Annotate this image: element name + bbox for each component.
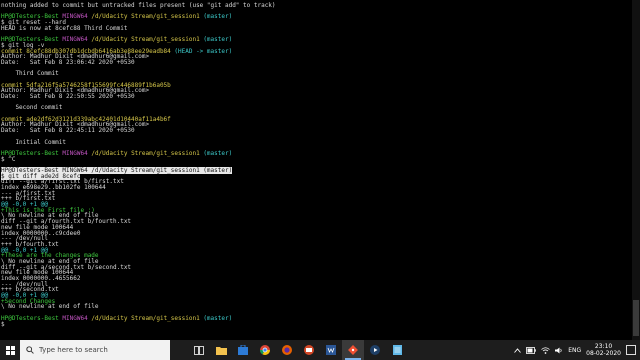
terminal-text-segment: nothing added to commit but untracked fi… bbox=[1, 2, 276, 9]
terminal-text-segment: /d/Udacity Stream/git_session1 bbox=[91, 314, 204, 322]
file-explorer-icon bbox=[215, 346, 227, 355]
media-button[interactable] bbox=[364, 340, 386, 360]
terminal-text-segment: $ ^C bbox=[1, 155, 16, 163]
search-box[interactable]: Type here to search bbox=[20, 340, 170, 360]
terminal-text-segment: MINGW64 bbox=[62, 36, 92, 44]
store-button[interactable] bbox=[232, 340, 254, 360]
terminal-output: nothing added to commit but untracked fi… bbox=[0, 0, 632, 327]
terminal-window[interactable]: nothing added to commit but untracked fi… bbox=[0, 0, 632, 340]
battery-icon[interactable] bbox=[526, 346, 536, 354]
search-icon bbox=[26, 346, 34, 354]
terminal-text-segment: HP@DTesters-Best bbox=[1, 314, 63, 322]
git-bash-icon bbox=[348, 345, 358, 355]
powerpoint-button[interactable] bbox=[298, 340, 320, 360]
wifi-icon[interactable] bbox=[541, 346, 550, 354]
store-icon bbox=[238, 345, 248, 355]
terminal-text-segment: MINGW64 bbox=[62, 149, 92, 157]
terminal-text-segment: (master) bbox=[203, 149, 233, 157]
clock-date: 08-02-2020 bbox=[586, 350, 621, 357]
terminal-text-segment: /d/Udacity Stream/git_session1 bbox=[91, 149, 204, 157]
terminal-text-segment: (master) bbox=[203, 36, 233, 44]
word-icon bbox=[326, 345, 336, 355]
terminal-text-segment: Date: Sat Feb 8 22:50:55 2020 +0530 bbox=[1, 93, 135, 100]
terminal-text-segment: Date: Sat Feb 8 23:06:42 2020 +0530 bbox=[1, 58, 135, 66]
windows-icon bbox=[5, 345, 15, 355]
firefox-icon bbox=[282, 345, 292, 355]
terminal-scrollbar[interactable] bbox=[632, 0, 640, 340]
terminal-text-segment: Date: Sat Feb 8 22:45:11 2020 +0530 bbox=[1, 127, 135, 135]
terminal-text-segment: HEAD is now at 8cefc88 Third Commit bbox=[1, 24, 128, 32]
terminal-text-segment: (HEAD -> master) bbox=[174, 47, 233, 55]
scrollbar-thumb[interactable] bbox=[633, 300, 639, 336]
terminal-text-segment: Second commit bbox=[1, 104, 63, 112]
task-view-button[interactable] bbox=[188, 340, 210, 360]
git-bash-button[interactable] bbox=[342, 340, 364, 360]
terminal-text-segment: $ bbox=[1, 320, 5, 328]
search-placeholder: Type here to search bbox=[39, 346, 108, 354]
notification-icon[interactable] bbox=[626, 345, 636, 355]
clock-time: 23:10 bbox=[594, 343, 613, 350]
word-button[interactable] bbox=[320, 340, 342, 360]
terminal-text-segment: MINGW64 bbox=[62, 314, 92, 322]
file-explorer-button[interactable] bbox=[210, 340, 232, 360]
taskbar: Type here to search ENG 23:10 08-02-2020 bbox=[0, 340, 640, 360]
terminal-text-segment: (master) bbox=[203, 314, 233, 322]
notepad-icon bbox=[392, 345, 402, 355]
chrome-icon bbox=[260, 345, 270, 355]
chevron-up-icon[interactable] bbox=[514, 347, 522, 353]
firefox-button[interactable] bbox=[276, 340, 298, 360]
clock[interactable]: 23:10 08-02-2020 bbox=[586, 343, 621, 357]
terminal-text-segment: MINGW64 bbox=[62, 13, 92, 21]
media-icon bbox=[370, 345, 380, 355]
terminal-text-segment: Third Commit bbox=[1, 70, 59, 78]
terminal-line: $ bbox=[1, 320, 632, 328]
terminal-text-segment: /d/Udacity Stream/git_session1 bbox=[91, 13, 204, 21]
language-indicator[interactable]: ENG bbox=[568, 347, 581, 354]
chrome-button[interactable] bbox=[254, 340, 276, 360]
terminal-text-segment: \ No newline at end of file bbox=[1, 303, 99, 311]
volume-icon[interactable] bbox=[555, 347, 563, 354]
terminal-text-segment: (master) bbox=[203, 13, 233, 21]
system-tray: ENG 23:10 08-02-2020 bbox=[514, 343, 640, 357]
start-button[interactable] bbox=[0, 340, 20, 360]
task-view-icon bbox=[194, 345, 204, 355]
terminal-text-segment: /d/Udacity Stream/git_session1 bbox=[91, 36, 204, 44]
powerpoint-icon bbox=[304, 345, 314, 355]
terminal-text-segment: Initial Commit bbox=[1, 138, 67, 146]
notepad-button[interactable] bbox=[386, 340, 408, 360]
